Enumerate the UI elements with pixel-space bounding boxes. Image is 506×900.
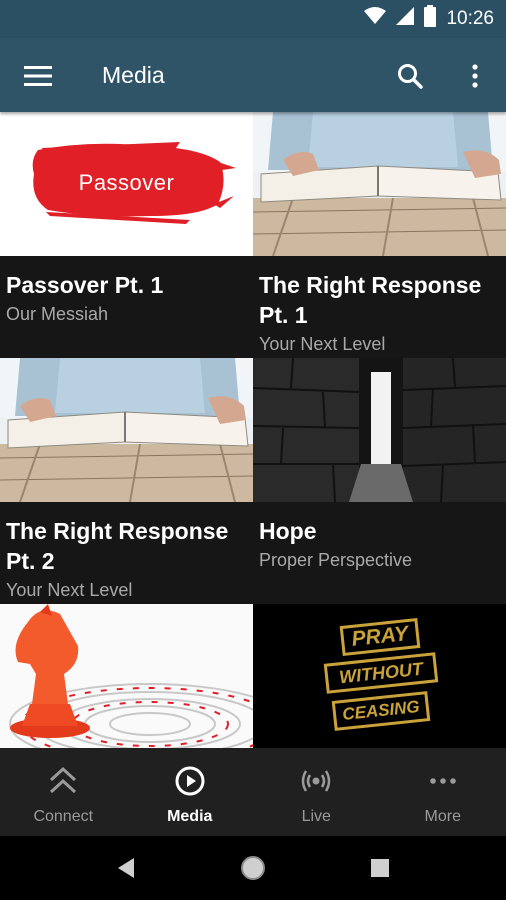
search-icon[interactable] — [388, 56, 432, 96]
nav-label: Connect — [33, 808, 94, 825]
home-icon[interactable] — [237, 852, 269, 884]
broadcast-icon — [300, 766, 332, 801]
media-item-hope[interactable]: Hope Proper Perspective — [253, 358, 506, 574]
page-title: Media — [102, 62, 165, 88]
nav-connect[interactable]: Connect — [0, 748, 127, 836]
nav-live[interactable]: Live — [253, 748, 380, 836]
menu-icon[interactable] — [18, 56, 58, 96]
nav-label: More — [424, 808, 461, 825]
media-item-right-response-pt2[interactable]: The Right Response Pt. 2 Your Next Level — [0, 358, 253, 604]
media-grid: Passover Passover Pt. 1 Our Messiah The … — [0, 112, 506, 748]
thumbnail-bible-reading — [0, 358, 253, 502]
nav-media[interactable]: Media — [127, 748, 254, 836]
back-icon[interactable] — [110, 852, 142, 884]
thumbnail-bible-reading — [253, 112, 506, 256]
clock: 10:26 — [446, 8, 494, 29]
more-horiz-icon — [428, 766, 458, 801]
thumbnail-pray-without-ceasing: PRAY WITHOUT CEASING — [253, 604, 506, 748]
nav-more[interactable]: More — [380, 748, 506, 836]
play-circle-icon — [175, 766, 205, 801]
system-nav-bar — [0, 836, 506, 900]
media-item-right-response-pt1[interactable]: The Right Response Pt. 1 Your Next Level — [253, 112, 506, 358]
media-item-subtitle: Proper Perspective — [259, 550, 413, 570]
wifi-icon — [364, 7, 387, 31]
nav-label: Media — [167, 808, 213, 825]
media-item-title: The Right Response Pt. 2 — [6, 518, 229, 574]
signal-icon — [396, 7, 415, 31]
status-bar: 10:26 — [0, 0, 506, 38]
media-item-title: Hope — [259, 518, 317, 544]
more-vert-icon[interactable] — [454, 56, 496, 96]
thumbnail-stone-corridor — [253, 358, 506, 502]
media-item-title: The Right Response Pt. 1 — [259, 272, 482, 328]
media-item-subtitle: Your Next Level — [259, 334, 386, 354]
media-item-title: Passover Pt. 1 — [6, 272, 164, 298]
media-item-subtitle: Your Next Level — [6, 580, 133, 600]
thumbnail-text-passover: Passover — [78, 170, 175, 195]
bottom-nav: Connect Media Live More — [0, 748, 506, 836]
thumbnail-passover: Passover — [0, 112, 253, 256]
battery-icon — [424, 5, 437, 33]
media-item-pray-without-ceasing[interactable]: PRAY WITHOUT CEASING — [253, 604, 506, 748]
double-chevron-up-icon — [49, 766, 77, 801]
media-item-chess-knight[interactable] — [0, 604, 253, 748]
nav-label: Live — [301, 808, 331, 825]
media-item-passover-pt1[interactable]: Passover Passover Pt. 1 Our Messiah — [0, 112, 253, 328]
app-bar: Media — [0, 38, 506, 112]
recents-icon[interactable] — [364, 852, 396, 884]
media-item-subtitle: Our Messiah — [6, 304, 109, 324]
thumbnail-chess-knight-maze — [0, 604, 253, 748]
